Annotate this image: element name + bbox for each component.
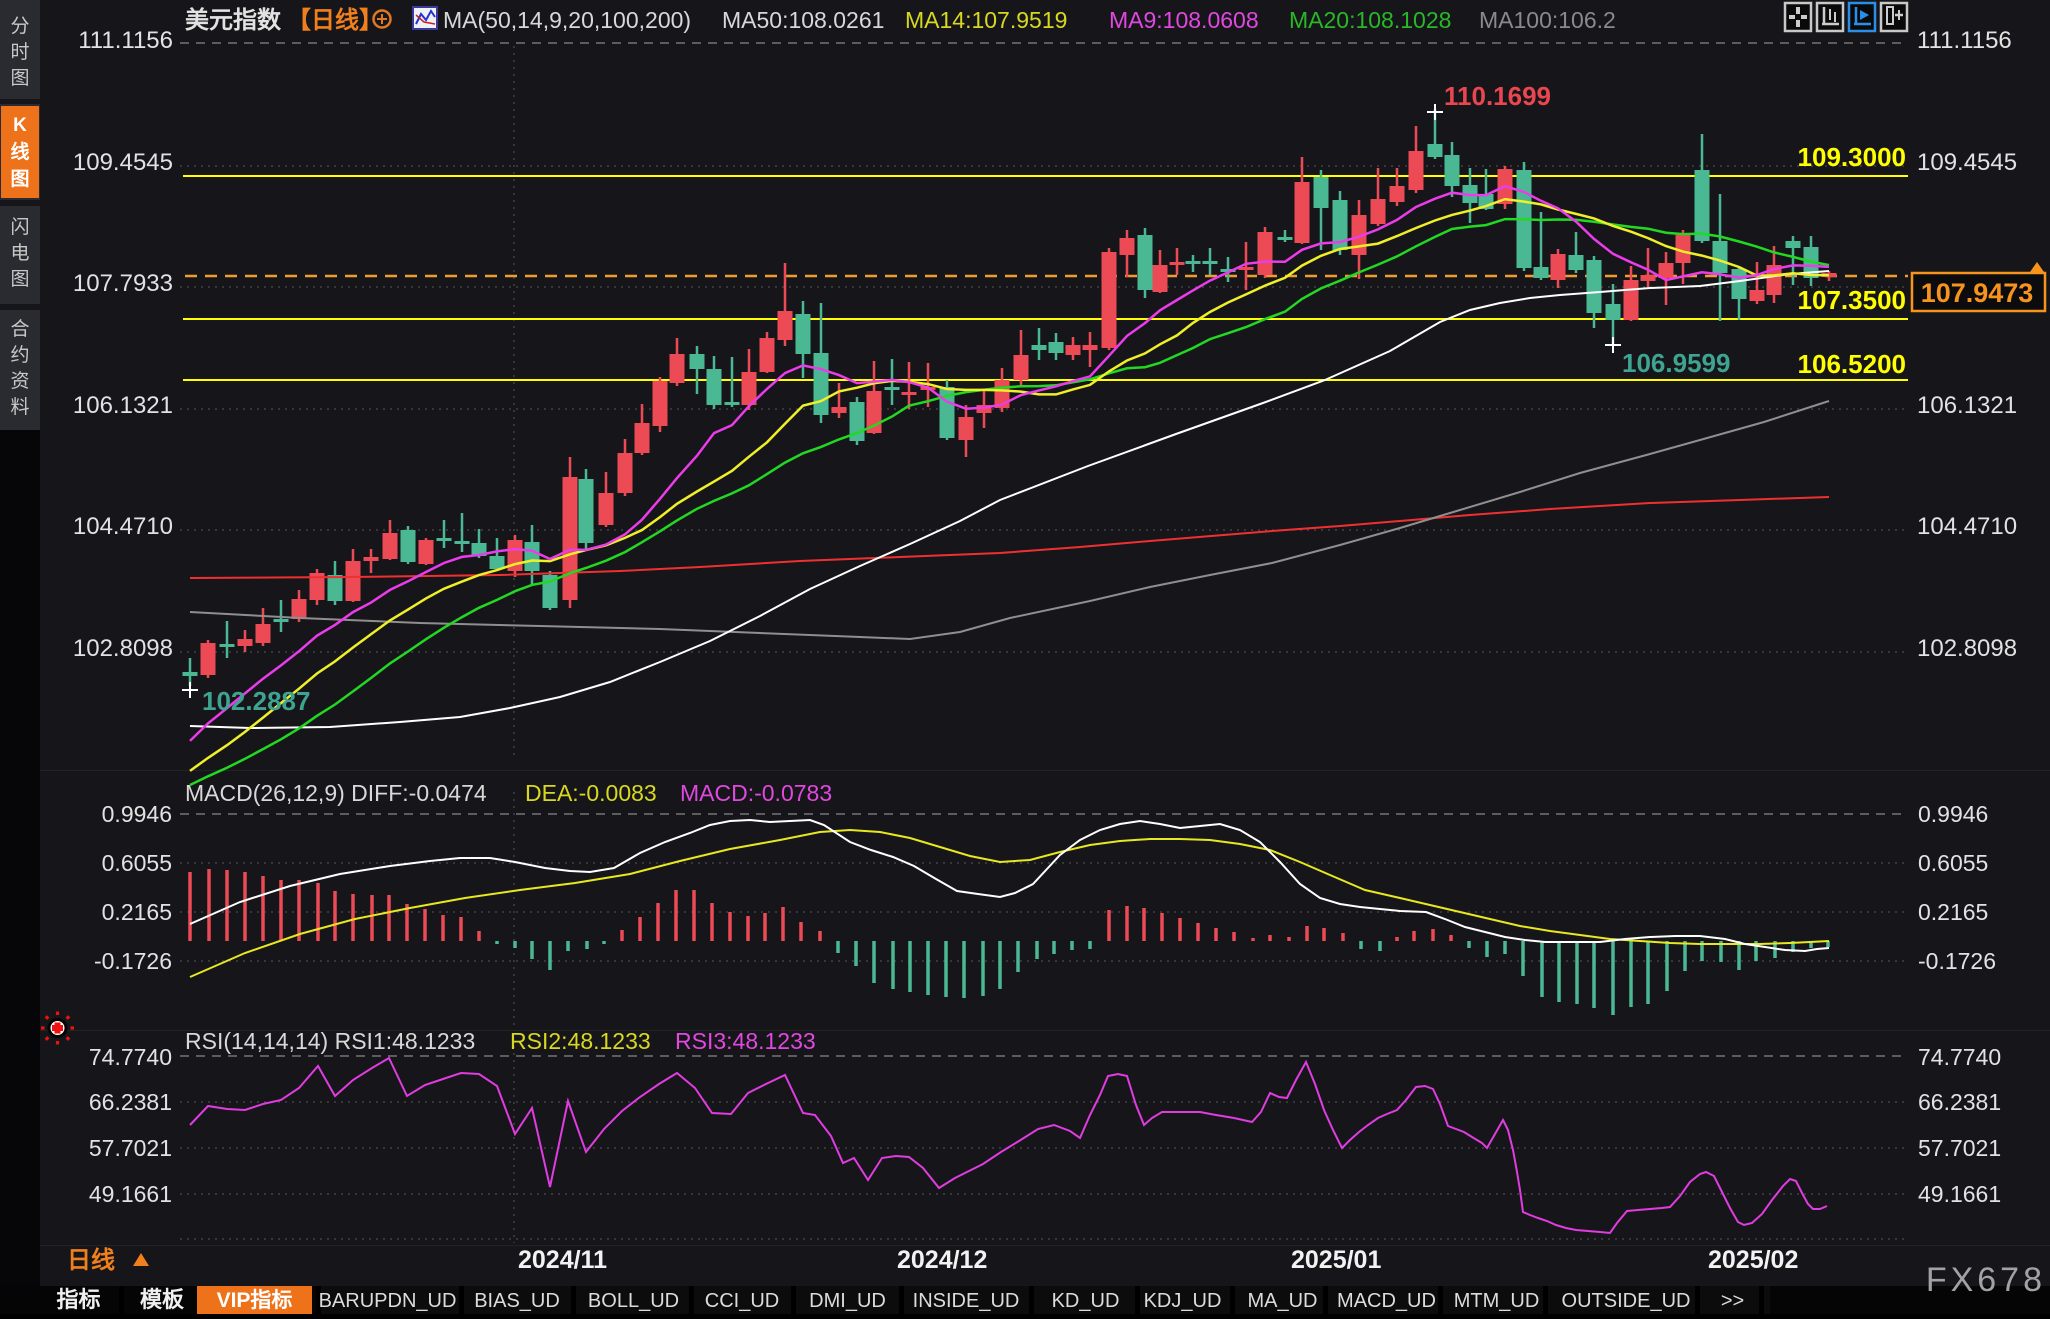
svg-text:MA14:107.9519: MA14:107.9519 (905, 7, 1067, 33)
svg-text:MACD(26,12,9) DIFF:-0.0474: MACD(26,12,9) DIFF:-0.0474 (185, 780, 487, 806)
svg-text:104.4710: 104.4710 (73, 513, 173, 540)
svg-text:109.4545: 109.4545 (73, 149, 173, 176)
svg-text:资: 资 (10, 370, 29, 392)
svg-text:57.7021: 57.7021 (89, 1135, 172, 1161)
svg-text:MA100:106.2: MA100:106.2 (1479, 7, 1616, 33)
svg-text:66.2381: 66.2381 (89, 1089, 172, 1115)
svg-text:MA9:108.0608: MA9:108.0608 (1109, 7, 1259, 33)
svg-text:闪: 闪 (10, 216, 29, 238)
svg-text:107.3500: 107.3500 (1798, 285, 1906, 315)
svg-text:109.4545: 109.4545 (1917, 149, 2017, 176)
svg-text:49.1661: 49.1661 (89, 1181, 172, 1207)
svg-text:FX678: FX678 (1926, 1261, 2046, 1299)
svg-text:2025/02: 2025/02 (1708, 1246, 1798, 1274)
svg-text:102.8098: 102.8098 (1917, 635, 2017, 662)
svg-text:106.1321: 106.1321 (1917, 392, 2017, 419)
svg-text:OUTSIDE_UD: OUTSIDE_UD (1562, 1290, 1691, 1312)
svg-text:料: 料 (10, 396, 29, 418)
svg-text:图: 图 (10, 269, 29, 290)
svg-text:2024/11: 2024/11 (518, 1246, 607, 1274)
svg-text:0.2165: 0.2165 (1918, 899, 1988, 925)
svg-text:MA_UD: MA_UD (1247, 1290, 1317, 1312)
svg-text:102.2887: 102.2887 (202, 686, 310, 716)
svg-text:106.5200: 106.5200 (1798, 349, 1906, 379)
svg-text:>>: >> (1721, 1290, 1744, 1312)
svg-text:RSI2:48.1233: RSI2:48.1233 (510, 1028, 651, 1054)
svg-text:电: 电 (10, 242, 29, 264)
svg-text:0.6055: 0.6055 (1918, 850, 1988, 876)
svg-text:106.1321: 106.1321 (73, 392, 173, 419)
svg-text:74.7740: 74.7740 (89, 1044, 172, 1070)
svg-text:线: 线 (10, 140, 29, 163)
svg-text:KD_UD: KD_UD (1052, 1290, 1120, 1312)
svg-text:0.9946: 0.9946 (102, 801, 172, 827)
svg-text:K: K (13, 115, 27, 136)
svg-text:模板: 模板 (140, 1287, 185, 1312)
svg-text:图: 图 (10, 68, 29, 89)
svg-text:日线: 日线 (67, 1247, 115, 1274)
svg-text:BIAS_UD: BIAS_UD (474, 1290, 560, 1312)
svg-text:110.1699: 110.1699 (1444, 81, 1551, 111)
svg-text:102.8098: 102.8098 (73, 635, 173, 662)
svg-text:104.4710: 104.4710 (1917, 513, 2017, 540)
svg-text:74.7740: 74.7740 (1918, 1044, 2001, 1070)
svg-text:RSI(14,14,14) RSI1:48.1233: RSI(14,14,14) RSI1:48.1233 (185, 1028, 475, 1054)
svg-text:INSIDE_UD: INSIDE_UD (913, 1290, 1020, 1312)
svg-text:0.6055: 0.6055 (102, 850, 172, 876)
svg-text:BOLL_UD: BOLL_UD (588, 1290, 679, 1312)
svg-text:约: 约 (10, 344, 29, 366)
svg-text:CCI_UD: CCI_UD (705, 1290, 779, 1312)
svg-text:美元指数: 美元指数 (185, 6, 282, 34)
svg-text:106.9599: 106.9599 (1622, 348, 1730, 378)
svg-text:VIP指标: VIP指标 (217, 1288, 293, 1312)
svg-text:RSI3:48.1233: RSI3:48.1233 (675, 1028, 816, 1054)
svg-text:合: 合 (10, 318, 29, 340)
svg-text:MACD:-0.0783: MACD:-0.0783 (680, 780, 832, 806)
svg-text:66.2381: 66.2381 (1918, 1089, 2001, 1115)
svg-text:109.3000: 109.3000 (1798, 142, 1906, 172)
svg-text:MACD_UD: MACD_UD (1337, 1290, 1436, 1312)
svg-text:KDJ_UD: KDJ_UD (1144, 1290, 1222, 1312)
svg-text:111.1156: 111.1156 (1917, 27, 2012, 54)
svg-text:MA(50,14,9,20,100,200): MA(50,14,9,20,100,200) (443, 7, 691, 33)
svg-text:指标: 指标 (56, 1287, 100, 1312)
svg-text:分: 分 (10, 15, 29, 37)
svg-text:107.7933: 107.7933 (73, 270, 173, 297)
svg-text:时: 时 (10, 41, 29, 63)
svg-text:DEA:-0.0083: DEA:-0.0083 (525, 780, 657, 806)
svg-text:111.1156: 111.1156 (78, 27, 173, 54)
svg-text:0.9946: 0.9946 (1918, 801, 1988, 827)
svg-text:MTM_UD: MTM_UD (1454, 1290, 1540, 1312)
svg-text:2025/01: 2025/01 (1291, 1246, 1381, 1274)
svg-text:BARUPDN_UD: BARUPDN_UD (319, 1290, 457, 1312)
svg-text:【日线】: 【日线】 (287, 7, 383, 34)
svg-text:49.1661: 49.1661 (1918, 1181, 2001, 1207)
svg-text:-0.1726: -0.1726 (1918, 948, 1996, 974)
svg-text:图: 图 (10, 168, 29, 190)
svg-text:0.2165: 0.2165 (102, 899, 172, 925)
svg-text:MA50:108.0261: MA50:108.0261 (722, 7, 884, 33)
svg-text:DMI_UD: DMI_UD (809, 1290, 886, 1312)
svg-text:57.7021: 57.7021 (1918, 1135, 2001, 1161)
svg-text:-0.1726: -0.1726 (94, 948, 172, 974)
svg-text:2024/12: 2024/12 (897, 1246, 987, 1274)
svg-text:MA20:108.1028: MA20:108.1028 (1289, 7, 1451, 33)
svg-text:107.9473: 107.9473 (1921, 278, 2034, 308)
